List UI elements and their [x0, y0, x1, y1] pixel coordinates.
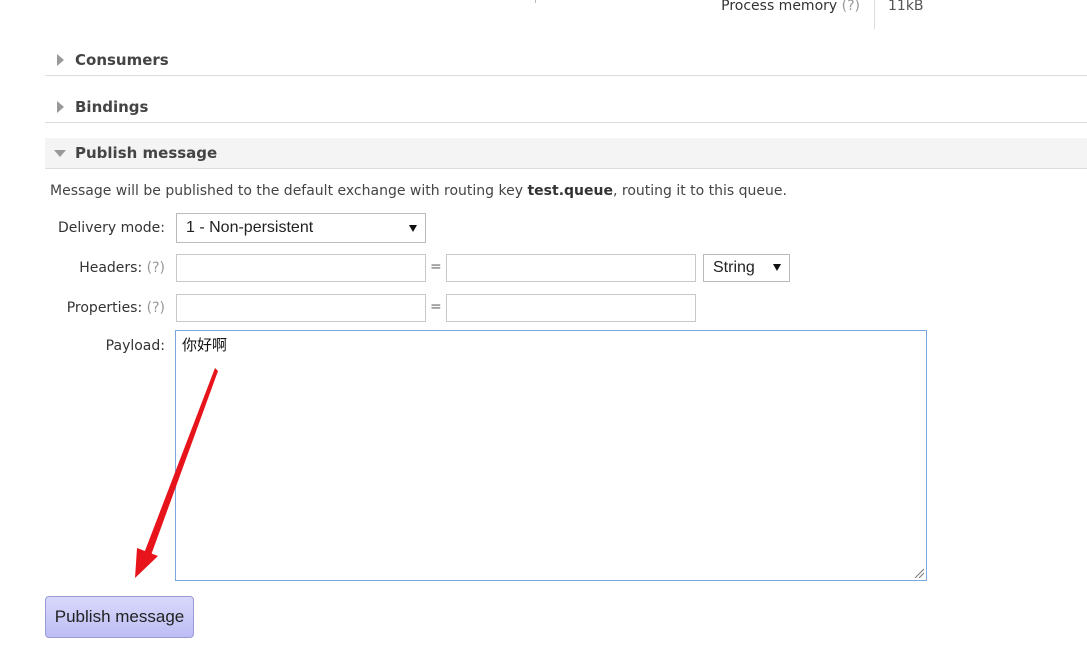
delivery-mode-select[interactable]: 1 - Non-persistent — [176, 213, 426, 243]
delivery-mode-label: Delivery mode: — [58, 220, 165, 236]
arrow-head — [135, 548, 158, 578]
caret-right-icon — [45, 54, 75, 66]
header-type-select[interactable]: String — [703, 254, 790, 282]
section-bindings-title: Bindings — [75, 98, 149, 116]
header-equals: = — [430, 259, 442, 275]
delivery-mode-value: 1 - Non-persistent — [186, 219, 314, 236]
section-bindings[interactable]: Bindings — [45, 92, 1087, 123]
headers-help[interactable]: (?) — [147, 260, 165, 276]
help-marker[interactable]: (?) — [842, 0, 860, 14]
section-consumers[interactable]: Consumers — [45, 45, 1087, 76]
properties-help[interactable]: (?) — [147, 300, 165, 316]
process-memory-label-text: Process memory — [721, 0, 838, 14]
properties-label: Properties: (?) — [0, 300, 165, 316]
resize-grip-icon[interactable] — [914, 568, 924, 578]
section-consumers-title: Consumers — [75, 51, 169, 69]
property-equals: = — [430, 299, 442, 315]
header-key-input[interactable] — [176, 254, 426, 282]
divider-tick — [535, 0, 536, 3]
caret-right-icon — [45, 101, 75, 113]
publish-message-button[interactable]: Publish message — [45, 596, 194, 638]
property-value-input[interactable] — [446, 294, 696, 322]
headers-label: Headers: (?) — [0, 260, 165, 276]
headers-label-text: Headers: — [79, 260, 143, 276]
process-memory-value: 11kB — [888, 0, 924, 14]
section-publish-title: Publish message — [75, 144, 218, 162]
process-memory-stat: Process memory (?) 11kB — [700, 0, 924, 29]
payload-label: Payload: — [105, 338, 165, 354]
process-memory-label: Process memory (?) — [700, 0, 875, 29]
payload-textarea[interactable]: 你好啊 — [175, 330, 927, 581]
header-type-value: String — [713, 259, 755, 276]
routing-key: test.queue — [527, 183, 613, 199]
info-prefix: Message will be published to the default… — [50, 183, 528, 199]
caret-down-icon — [45, 149, 75, 157]
properties-label-text: Properties: — [66, 300, 143, 316]
dropdown-arrow-icon — [409, 225, 417, 232]
property-key-input[interactable] — [176, 294, 426, 322]
publish-info-text: Message will be published to the default… — [50, 183, 787, 199]
payload-text: 你好啊 — [182, 336, 228, 354]
section-publish-message[interactable]: Publish message — [45, 138, 1087, 169]
publish-message-page: Process memory (?) 11kB Consumers Bindin… — [0, 0, 1087, 648]
header-value-input[interactable] — [446, 254, 696, 282]
info-suffix: , routing it to this queue. — [612, 183, 787, 199]
dropdown-arrow-icon — [773, 264, 781, 271]
